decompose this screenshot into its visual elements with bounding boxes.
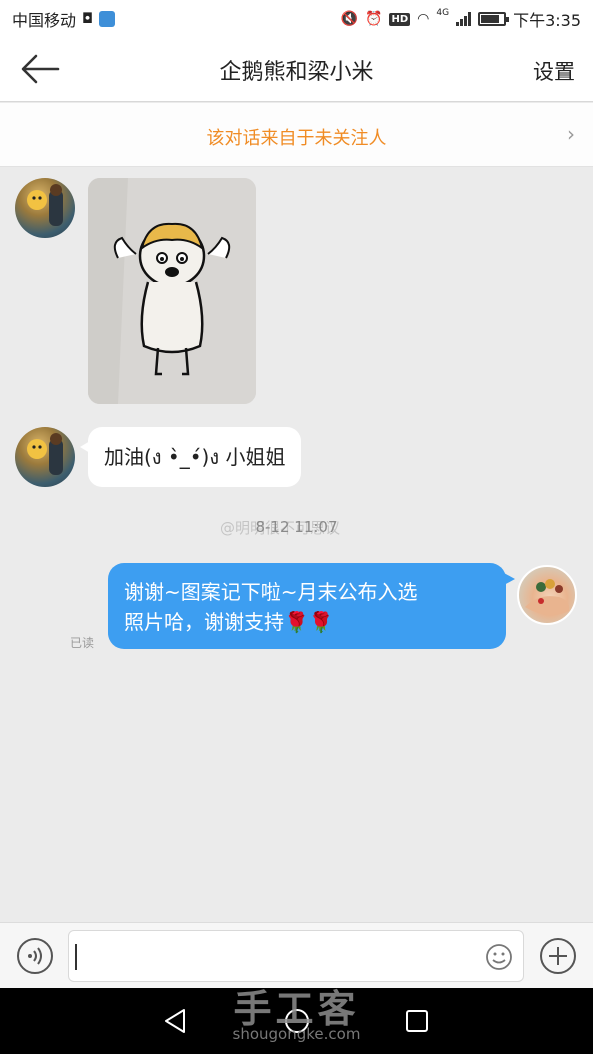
clock: 下午3:35 — [513, 11, 581, 30]
sender-avatar[interactable] — [15, 427, 75, 487]
notice-text: 该对话来自于未关注人 — [206, 128, 387, 149]
message-timestamp: 8-12 11:07 — [255, 518, 338, 536]
shield-icon: ◘ — [82, 11, 94, 27]
settings-button[interactable]: 设置 — [533, 56, 575, 86]
outgoing-message-line: 谢谢~图案记下啦~月末公布入选 — [124, 580, 418, 604]
message-input-bar — [0, 922, 593, 988]
stranger-notice-banner[interactable]: 该对话来自于未关注人 › — [0, 103, 593, 167]
avatar-image — [27, 433, 63, 475]
nav-back-icon[interactable] — [160, 1006, 190, 1036]
plus-icon[interactable] — [540, 938, 576, 974]
alarm-icon: ⏰ — [365, 11, 383, 27]
read-status: 已读 — [70, 636, 95, 650]
page-title: 企鹅熊和梁小米 — [219, 60, 374, 85]
voice-icon — [28, 947, 42, 965]
nav-recents-icon[interactable] — [402, 1006, 432, 1036]
system-navigation-bar — [0, 988, 593, 1054]
outgoing-message-text: 照片哈，谢谢支持 — [124, 610, 284, 634]
chat-header: 企鹅熊和梁小米 设置 — [0, 36, 593, 102]
sender-avatar[interactable] — [15, 178, 75, 238]
my-avatar[interactable] — [517, 565, 577, 625]
avatar-image — [27, 184, 63, 226]
hd-icon: HD — [389, 12, 411, 26]
back-button[interactable] — [18, 52, 62, 86]
status-left: 中国移动 ◘ — [12, 7, 116, 31]
signal-icon — [456, 12, 472, 26]
app-notification-icon — [99, 11, 116, 27]
avatar-image — [525, 579, 570, 616]
incoming-message-bubble[interactable]: 加油(ง •̀_•́)ง 小姐姐 — [79, 427, 302, 487]
rose-emoji: 🌹🌹 — [284, 610, 334, 634]
mute-icon: 🔇 — [340, 11, 359, 27]
emoji-icon[interactable] — [485, 943, 513, 971]
nav-home-icon[interactable] — [282, 1006, 312, 1036]
text-caret — [75, 944, 77, 970]
outgoing-message-bubble[interactable]: 谢谢~图案记下啦~月末公布入选 照片哈，谢谢支持🌹🌹 — [108, 563, 515, 649]
battery-icon — [478, 12, 510, 26]
carrier-name: 中国移动 — [12, 11, 77, 30]
status-right: 🔇 ⏰ HD ◠ 4G 下午3:35 — [341, 7, 581, 31]
network-type: 4G — [436, 8, 450, 18]
sketch-drawing-image — [88, 178, 256, 404]
outgoing-message-line: 照片哈，谢谢支持🌹🌹 — [124, 607, 490, 637]
incoming-message-text: 加油(ง •̀_•́)ง 小姐姐 — [104, 445, 286, 469]
wifi-icon: ◠ — [417, 11, 430, 27]
chevron-right-icon: › — [567, 122, 575, 146]
message-input[interactable] — [68, 930, 524, 982]
image-message[interactable] — [88, 178, 256, 404]
status-bar: 中国移动 ◘ 🔇 ⏰ HD ◠ 4G 下午3:35 — [0, 0, 593, 36]
back-arrow-icon — [21, 54, 60, 84]
voice-input-button[interactable] — [17, 938, 53, 974]
